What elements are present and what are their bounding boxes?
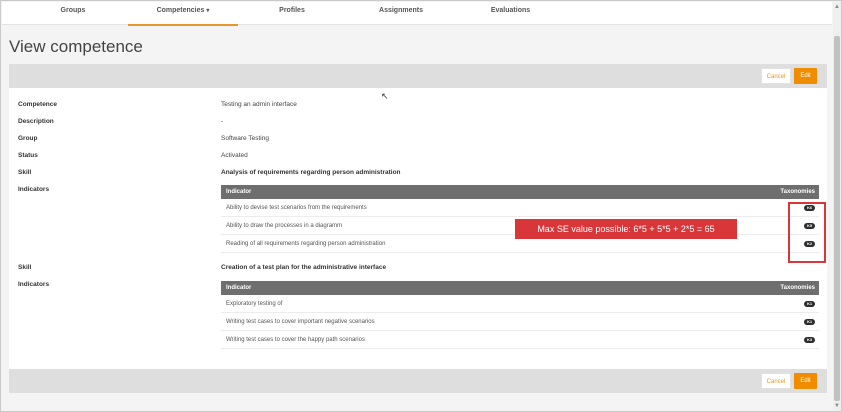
description-label: Description xyxy=(18,118,54,125)
nav-competencies[interactable]: Competencies ▾ xyxy=(128,2,238,26)
indicator-text: Ability to devise test scenarios from th… xyxy=(226,205,367,211)
indicator-table: Indicator Taxonomies Exploratory testing… xyxy=(221,281,819,349)
nav-evaluations[interactable]: Evaluations xyxy=(488,2,533,24)
table-row: Writing test cases to cover the happy pa… xyxy=(221,331,819,349)
skill-label: Skill xyxy=(18,169,32,176)
status-label: Status xyxy=(18,152,38,159)
indicator-text: Reading of all requirements regarding pe… xyxy=(226,241,386,247)
nav-groups-label: Groups xyxy=(60,7,86,14)
chevron-down-icon: ▾ xyxy=(206,8,210,14)
skill-name: Analysis of requirements regarding perso… xyxy=(221,169,401,176)
group-label: Group xyxy=(18,135,38,142)
annotation-callout: Max SE value possible: 6*5 + 5*5 + 2*5 =… xyxy=(515,219,737,239)
indicator-table-header: Indicator Taxonomies xyxy=(221,185,819,199)
skill-label: Skill xyxy=(18,264,32,271)
page-title: View competence xyxy=(9,37,143,56)
nav-groups[interactable]: Groups xyxy=(57,2,89,24)
group-value: Software Testing xyxy=(221,135,269,142)
edit-button[interactable]: Edit xyxy=(794,373,817,389)
table-row: Writing test cases to cover important ne… xyxy=(221,313,819,331)
indicator-text: Writing test cases to cover important ne… xyxy=(226,319,375,325)
indicators-label: Indicators xyxy=(18,186,50,193)
indicator-text: Exploratory testing of xyxy=(226,301,283,307)
table-row: Exploratory testing of K1 xyxy=(221,295,819,313)
nav-evaluations-label: Evaluations xyxy=(490,7,531,14)
table-row: Ability to devise test scenarios from th… xyxy=(221,199,819,217)
scroll-down-icon[interactable]: ▼ xyxy=(834,403,840,409)
indicator-table-header: Indicator Taxonomies xyxy=(221,281,819,295)
action-bar-top: Cancel Edit xyxy=(9,64,827,88)
action-bar-bottom: Cancel Edit xyxy=(9,369,827,393)
nav-assignments[interactable]: Assignments xyxy=(376,2,426,24)
taxonomy-badge: K1 xyxy=(804,301,815,307)
taxonomies-column-header: Taxonomies xyxy=(780,285,815,291)
mouse-cursor-icon: ↖ xyxy=(381,91,389,101)
nav-profiles-label: Profiles xyxy=(279,7,305,14)
skill-name: Creation of a test plan for the administ… xyxy=(221,264,387,271)
indicator-column-header: Indicator xyxy=(226,285,252,291)
browser-frame: Groups Competencies ▾ Profiles Assignment… xyxy=(0,0,842,412)
nav-competencies-label: Competencies xyxy=(156,7,205,14)
scrollbar-thumb[interactable] xyxy=(834,36,840,401)
description-value: - xyxy=(221,118,224,125)
edit-button[interactable]: Edit xyxy=(794,68,817,84)
taxonomies-column-header: Taxonomies xyxy=(780,189,815,195)
scroll-up-icon[interactable]: ▲ xyxy=(834,4,840,10)
vertical-scrollbar[interactable]: ▲ ▼ xyxy=(833,2,841,411)
competence-value: Testing an admin interface xyxy=(221,101,297,108)
indicator-text: Writing test cases to cover the happy pa… xyxy=(226,337,365,343)
cancel-button[interactable]: Cancel xyxy=(761,68,791,84)
indicator-text: Ability to draw the processes in a diagr… xyxy=(226,223,343,229)
cancel-button[interactable]: Cancel xyxy=(761,373,791,389)
status-value: Activated xyxy=(221,152,248,159)
top-navigation: Groups Competencies ▾ Profiles Assignment… xyxy=(2,2,832,26)
taxonomy-badge: K3 xyxy=(804,337,815,343)
taxonomy-highlight-box xyxy=(788,202,826,263)
nav-assignments-label: Assignments xyxy=(379,7,423,14)
nav-profiles[interactable]: Profiles xyxy=(276,2,308,24)
indicator-column-header: Indicator xyxy=(226,189,252,195)
indicators-label: Indicators xyxy=(18,281,50,288)
taxonomy-badge: K1 xyxy=(804,319,815,325)
competence-label: Competence xyxy=(18,101,58,108)
